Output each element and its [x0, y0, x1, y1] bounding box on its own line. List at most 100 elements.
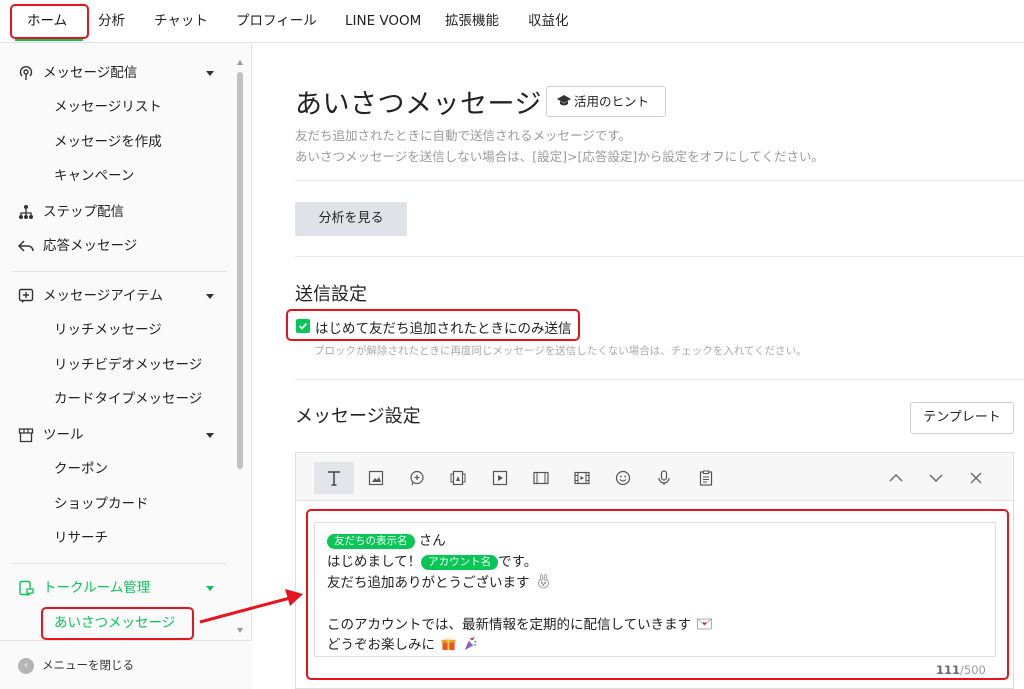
sidebar-item-step-delivery[interactable]: ステップ配信 — [0, 197, 230, 227]
party-popper-emoji-icon — [464, 636, 476, 651]
sidebar-scrollbar-thumb[interactable] — [237, 72, 243, 469]
sidebar-group-tools[interactable]: ツール — [0, 420, 230, 450]
checkmark-icon — [298, 322, 308, 330]
image-icon — [368, 470, 384, 486]
scroll-up-arrow[interactable] — [237, 60, 243, 65]
message-settings-heading: メッセージ設定 — [295, 406, 421, 427]
template-button[interactable]: テンプレート — [910, 402, 1014, 434]
divider — [295, 379, 1024, 380]
character-counter: 111/500 — [936, 663, 986, 677]
sidebar-group-label: ツール — [43, 427, 84, 443]
tab-home[interactable]: ホーム — [27, 0, 67, 42]
checkbox-note: ブロックが解除されたときに再度同じメッセージを送信したくない場合は、チェックを入… — [314, 345, 807, 357]
step-flow-icon — [19, 205, 33, 219]
coupon-icon — [450, 470, 466, 486]
sidebar-item-research[interactable]: リサーチ — [54, 523, 108, 553]
sidebar-group-talkroom[interactable]: トークルーム管理 — [0, 573, 230, 603]
chevron-left-icon: ‹ — [18, 658, 34, 674]
sidebar-group-label: メッセージ配信 — [43, 65, 138, 81]
delete-block-button[interactable] — [956, 462, 996, 494]
usage-hint-button[interactable]: 活用のヒント — [546, 86, 666, 117]
sidebar-item-greeting-message[interactable]: あいさつメッセージ — [54, 608, 175, 638]
sidebar: メッセージ配信 メッセージリスト メッセージを作成 キャンペーン ステップ配信 … — [0, 43, 252, 689]
message-item-icon — [18, 288, 34, 303]
envelope-emoji-icon — [697, 618, 713, 630]
message-text: どうぞお楽しみに — [327, 637, 435, 653]
sidebar-item-shop-card[interactable]: ショップカード — [54, 489, 149, 519]
sidebar-divider — [12, 271, 227, 272]
account-name-tag[interactable]: アカウント名 — [421, 555, 499, 570]
video-type-button[interactable] — [480, 462, 520, 494]
sidebar-item-rich-message[interactable]: リッチメッセージ — [54, 315, 162, 345]
card-type-button[interactable] — [521, 462, 561, 494]
scroll-down-arrow[interactable] — [237, 628, 243, 633]
friend-name-tag[interactable]: 友だちの表示名 — [327, 534, 415, 549]
message-line-3: 友だち追加ありがとうございます — [327, 571, 551, 591]
chevron-down-icon — [206, 294, 214, 299]
sticker-type-button[interactable] — [397, 462, 437, 494]
graduation-cap-icon — [557, 95, 571, 106]
sidebar-group-label: トークルーム管理 — [43, 580, 151, 596]
reply-icon — [18, 240, 34, 252]
message-text: です。 — [498, 554, 538, 570]
sidebar-item-coupon[interactable]: クーポン — [54, 454, 108, 484]
chevron-down-icon — [206, 586, 214, 591]
sidebar-item-card-message[interactable]: カードタイプメッセージ — [54, 384, 202, 414]
rich-video-type-button[interactable] — [562, 462, 602, 494]
close-icon — [970, 472, 982, 484]
survey-icon — [699, 470, 713, 486]
chevron-down-icon — [206, 433, 214, 438]
message-text: このアカウントでは、最新情報を定期的に配信していきます — [327, 617, 692, 633]
sidebar-item-rich-video-message[interactable]: リッチビデオメッセージ — [54, 350, 202, 380]
message-line-5: このアカウントでは、最新情報を定期的に配信していきます — [327, 613, 713, 633]
first-add-only-label[interactable]: はじめて友だち追加されたときにのみ送信 — [315, 317, 572, 337]
text-icon — [328, 471, 340, 486]
tab-extensions[interactable]: 拡張機能 — [445, 0, 499, 42]
tab-analytics[interactable]: 分析 — [98, 0, 125, 42]
emoji-button[interactable] — [603, 462, 643, 494]
rich-video-icon — [574, 471, 590, 485]
talkroom-icon — [19, 580, 34, 596]
message-line-1: 友だちの表示名 さん — [327, 529, 446, 549]
sidebar-item-create-message[interactable]: メッセージを作成 — [54, 127, 162, 157]
voice-type-button[interactable] — [644, 462, 684, 494]
message-text: 友だち追加ありがとうございます — [327, 575, 530, 591]
move-up-icon — [889, 474, 903, 482]
tab-chat[interactable]: チャット — [154, 0, 208, 42]
emoji-icon — [615, 470, 631, 486]
card-icon — [533, 471, 549, 485]
sidebar-item-label: 応答メッセージ — [43, 238, 138, 254]
move-down-button[interactable] — [916, 462, 956, 494]
tab-line-voom[interactable]: LINE VOOM — [345, 0, 421, 42]
bunny-emoji-icon — [537, 574, 549, 589]
message-textarea[interactable]: 友だちの表示名 さん はじめまして！ アカウント名 です。 友だち追加ありがとうござ… — [314, 522, 996, 657]
image-type-button[interactable] — [356, 462, 396, 494]
move-up-button[interactable] — [876, 462, 916, 494]
chevron-down-icon — [206, 71, 214, 76]
view-analytics-button[interactable]: 分析を見る — [295, 202, 407, 236]
description-line-1: 友だち追加されたときに自動で送信されるメッセージです。 — [295, 128, 632, 143]
divider — [295, 180, 1024, 181]
tab-monetization[interactable]: 収益化 — [528, 0, 569, 42]
sidebar-item-auto-reply[interactable]: 応答メッセージ — [0, 231, 230, 261]
message-line-2: はじめまして！ アカウント名 です。 — [327, 550, 537, 570]
character-count-max: /500 — [960, 663, 986, 677]
first-add-only-checkbox[interactable] — [296, 319, 310, 333]
coupon-type-button[interactable] — [438, 462, 478, 494]
tab-profile[interactable]: プロフィール — [236, 0, 317, 42]
sidebar-item-campaign[interactable]: キャンペーン — [54, 161, 134, 191]
sidebar-group-message-items[interactable]: メッセージアイテム — [0, 281, 230, 311]
character-count-current: 111 — [936, 663, 961, 677]
editor-toolbar — [296, 453, 1013, 501]
text-type-button[interactable] — [314, 462, 354, 494]
move-down-icon — [929, 474, 943, 482]
survey-type-button[interactable] — [686, 462, 726, 494]
close-menu-button[interactable]: ‹ メニューを閉じる — [0, 640, 252, 689]
video-icon — [492, 470, 508, 486]
microphone-icon — [658, 470, 670, 485]
sidebar-item-message-list[interactable]: メッセージリスト — [54, 92, 162, 122]
close-menu-label: メニューを閉じる — [42, 658, 134, 672]
divider — [295, 256, 1024, 257]
sticker-icon — [410, 470, 424, 486]
sidebar-group-message-delivery[interactable]: メッセージ配信 — [0, 58, 230, 88]
